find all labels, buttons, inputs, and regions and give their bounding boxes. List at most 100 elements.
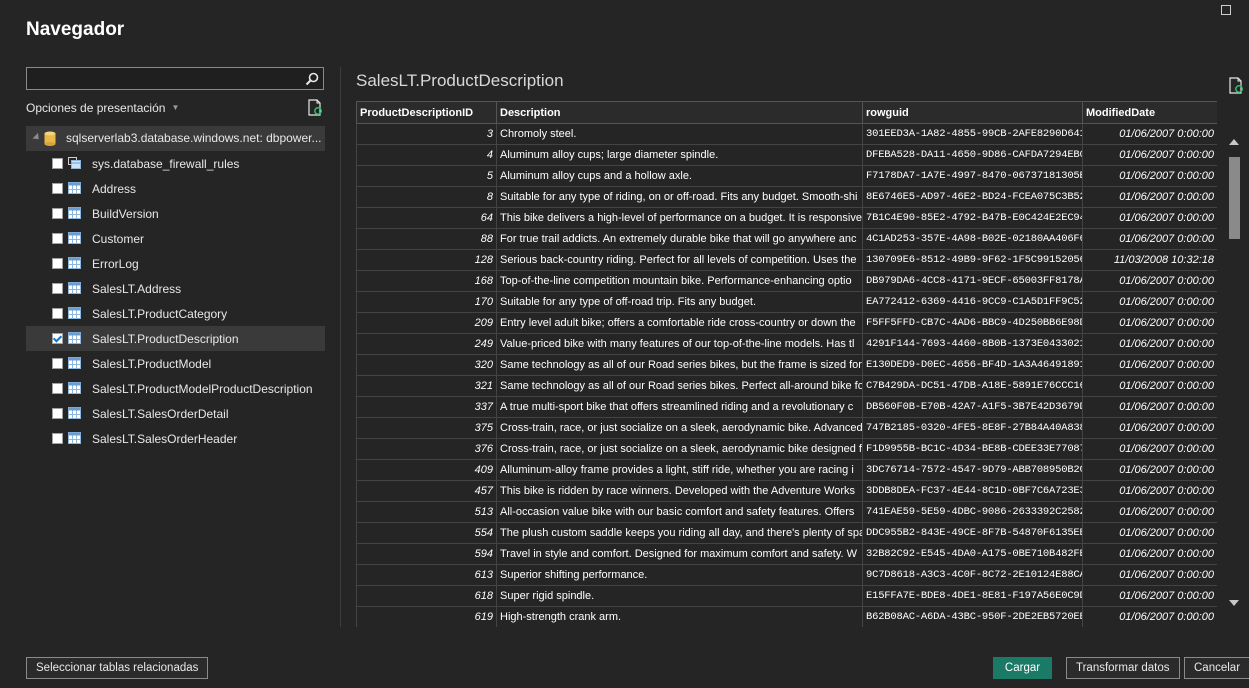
tree-item[interactable]: Address [26, 176, 325, 201]
scroll-thumb[interactable] [1229, 157, 1240, 239]
table-cell: Alluminum-alloy frame provides a light, … [496, 459, 863, 481]
load-button[interactable]: Cargar [993, 657, 1052, 679]
item-checkbox[interactable] [52, 258, 63, 269]
table-row[interactable]: 128 Serious back-country riding. Perfect … [356, 249, 1217, 271]
table-cell: 01/06/2007 0:00:00 [1082, 228, 1217, 250]
select-related-tables-button[interactable]: Seleccionar tablas relacionadas [26, 657, 209, 679]
transform-data-button[interactable]: Transformar datos [1066, 657, 1180, 679]
item-checkbox[interactable] [52, 383, 63, 394]
table-row[interactable]: 554 The plush custom saddle keeps you rid… [356, 522, 1217, 544]
table-icon [68, 357, 81, 369]
table-cell: 747B2185-0320-4FE5-8E8F-27B84A40A838 [862, 417, 1083, 439]
search-box[interactable] [26, 67, 324, 90]
tree-item[interactable]: SalesLT.SalesOrderHeader [26, 426, 325, 451]
tree-item[interactable]: ErrorLog [26, 251, 325, 276]
table-cell: 01/06/2007 0:00:00 [1082, 270, 1217, 292]
tree-item[interactable]: sys.database_firewall_rules [26, 151, 325, 176]
table-row[interactable]: 209 Entry level adult bike; offers a comf… [356, 312, 1217, 334]
table-cell: 01/06/2007 0:00:00 [1082, 333, 1217, 355]
table-cell: 3DC76714-7572-4547-9D79-ABB708950B2C [862, 459, 1083, 481]
table-icon [68, 407, 81, 419]
table-row[interactable]: 320 Same technology as all of our Road se… [356, 354, 1217, 376]
table-row[interactable]: 170 Suitable for any type of off-road tri… [356, 291, 1217, 313]
table-row[interactable]: 457 This bike is ridden by race winners. … [356, 480, 1217, 502]
table-cell: 3DDB8DEA-FC37-4E44-8C1D-0BF7C6A723E3 [862, 480, 1083, 502]
tree-item[interactable]: SalesLT.ProductModelProductDescription [26, 376, 325, 401]
tree-item[interactable]: SalesLT.ProductDescription [26, 326, 325, 351]
vertical-scrollbar[interactable] [1226, 135, 1242, 610]
table-row[interactable]: 321 Same technology as all of our Road se… [356, 375, 1217, 397]
table-cell: 375 [356, 417, 497, 439]
scroll-down-icon[interactable] [1229, 600, 1239, 606]
table-row[interactable]: 8 Suitable for any type of riding, on or … [356, 186, 1217, 208]
preview-grid[interactable]: ProductDescriptionID Description rowguid Mo… [356, 101, 1217, 627]
display-options-dropdown[interactable]: Opciones de presentación ▼ [26, 101, 179, 115]
table-row[interactable]: 64 This bike delivers a high-level of per… [356, 207, 1217, 229]
table-cell: F7178DA7-1A7E-4997-8470-06737181305E [862, 165, 1083, 187]
tree-item[interactable]: BuildVersion [26, 201, 325, 226]
search-input[interactable] [30, 70, 304, 89]
table-row[interactable]: 3 Chromoly steel. 301EED3A-1A82-4855-99CB-… [356, 123, 1217, 145]
refresh-preview-icon[interactable] [1228, 77, 1244, 94]
tree-item[interactable]: Customer [26, 226, 325, 251]
server-label: sqlserverlab3.database.windows.net: dbpo… [66, 131, 322, 145]
scroll-up-icon[interactable] [1229, 139, 1239, 145]
table-cell: 409 [356, 459, 497, 481]
item-checkbox[interactable] [52, 358, 63, 369]
table-row[interactable]: 88 For true trail addicts. An extremely d… [356, 228, 1217, 250]
table-cell: 3 [356, 123, 497, 145]
item-checkbox[interactable] [52, 433, 63, 444]
item-checkbox[interactable] [52, 308, 63, 319]
column-header[interactable]: ModifiedDate [1082, 101, 1217, 124]
item-checkbox[interactable] [52, 408, 63, 419]
table-cell: Aluminum alloy cups; large diameter spin… [496, 144, 863, 166]
table-cell: 01/06/2007 0:00:00 [1082, 375, 1217, 397]
table-cell: 613 [356, 564, 497, 586]
table-cell: DB560F0B-E70B-42A7-A1F5-3B7E42D3679D [862, 396, 1083, 418]
table-cell: 619 [356, 606, 497, 627]
table-row[interactable]: 249 Value-priced bike with many features … [356, 333, 1217, 355]
table-row[interactable]: 376 Cross-train, race, or just socialize … [356, 438, 1217, 460]
table-icon [68, 182, 81, 194]
expand-arrow-icon[interactable] [32, 132, 42, 143]
table-row[interactable]: 513 All-occasion value bike with our basi… [356, 501, 1217, 523]
table-row[interactable]: 5 Aluminum alloy cups and a hollow axle. F… [356, 165, 1217, 187]
table-cell: F5FF5FFD-CB7C-4AD6-BBC9-4D250BB6E98D [862, 312, 1083, 334]
table-row[interactable]: 618 Super rigid spindle. E15FFA7E-BDE8-4DE… [356, 585, 1217, 607]
column-header[interactable]: Description [496, 101, 863, 124]
column-header[interactable]: rowguid [862, 101, 1083, 124]
item-checkbox[interactable] [52, 158, 63, 169]
maximize-icon[interactable] [1221, 5, 1231, 15]
tree-item-label: sys.database_firewall_rules [92, 157, 240, 171]
column-header[interactable]: ProductDescriptionID [356, 101, 497, 124]
table-row[interactable]: 613 Superior shifting performance. 9C7D861… [356, 564, 1217, 586]
table-cell: Entry level adult bike; offers a comfort… [496, 312, 863, 334]
table-row[interactable]: 337 A true multi-sport bike that offers s… [356, 396, 1217, 418]
server-node[interactable]: sqlserverlab3.database.windows.net: dbpo… [26, 126, 325, 151]
table-cell: This bike delivers a high-level of perfo… [496, 207, 863, 229]
table-cell: 128 [356, 249, 497, 271]
tree-item[interactable]: SalesLT.ProductModel [26, 351, 325, 376]
table-icon [68, 257, 81, 269]
table-row[interactable]: 619 High-strength crank arm. B62B08AC-A6DA… [356, 606, 1217, 627]
table-row[interactable]: 594 Travel in style and comfort. Designed… [356, 543, 1217, 565]
tree-item[interactable]: SalesLT.ProductCategory [26, 301, 325, 326]
table-row[interactable]: 375 Cross-train, race, or just socialize … [356, 417, 1217, 439]
search-icon[interactable] [305, 72, 319, 86]
table-row[interactable]: 4 Aluminum alloy cups; large diameter spi… [356, 144, 1217, 166]
table-row[interactable]: 168 Top-of-the-line competition mountain … [356, 270, 1217, 292]
tree-item[interactable]: SalesLT.SalesOrderDetail [26, 401, 325, 426]
item-checkbox[interactable] [52, 208, 63, 219]
tree-item[interactable]: SalesLT.Address [26, 276, 325, 301]
item-checkbox[interactable] [52, 183, 63, 194]
table-cell: 4291F144-7693-4460-8B0B-1373E0433021 [862, 333, 1083, 355]
table-cell: DFEBA528-DA11-4650-9D86-CAFDA7294EB0 [862, 144, 1083, 166]
refresh-icon[interactable] [307, 99, 323, 116]
table-row[interactable]: 409 Alluminum-alloy frame provides a ligh… [356, 459, 1217, 481]
cancel-button[interactable]: Cancelar [1184, 657, 1249, 679]
item-checkbox[interactable] [52, 333, 63, 344]
table-cell: 64 [356, 207, 497, 229]
table-cell: Chromoly steel. [496, 123, 863, 145]
item-checkbox[interactable] [52, 283, 63, 294]
item-checkbox[interactable] [52, 233, 63, 244]
